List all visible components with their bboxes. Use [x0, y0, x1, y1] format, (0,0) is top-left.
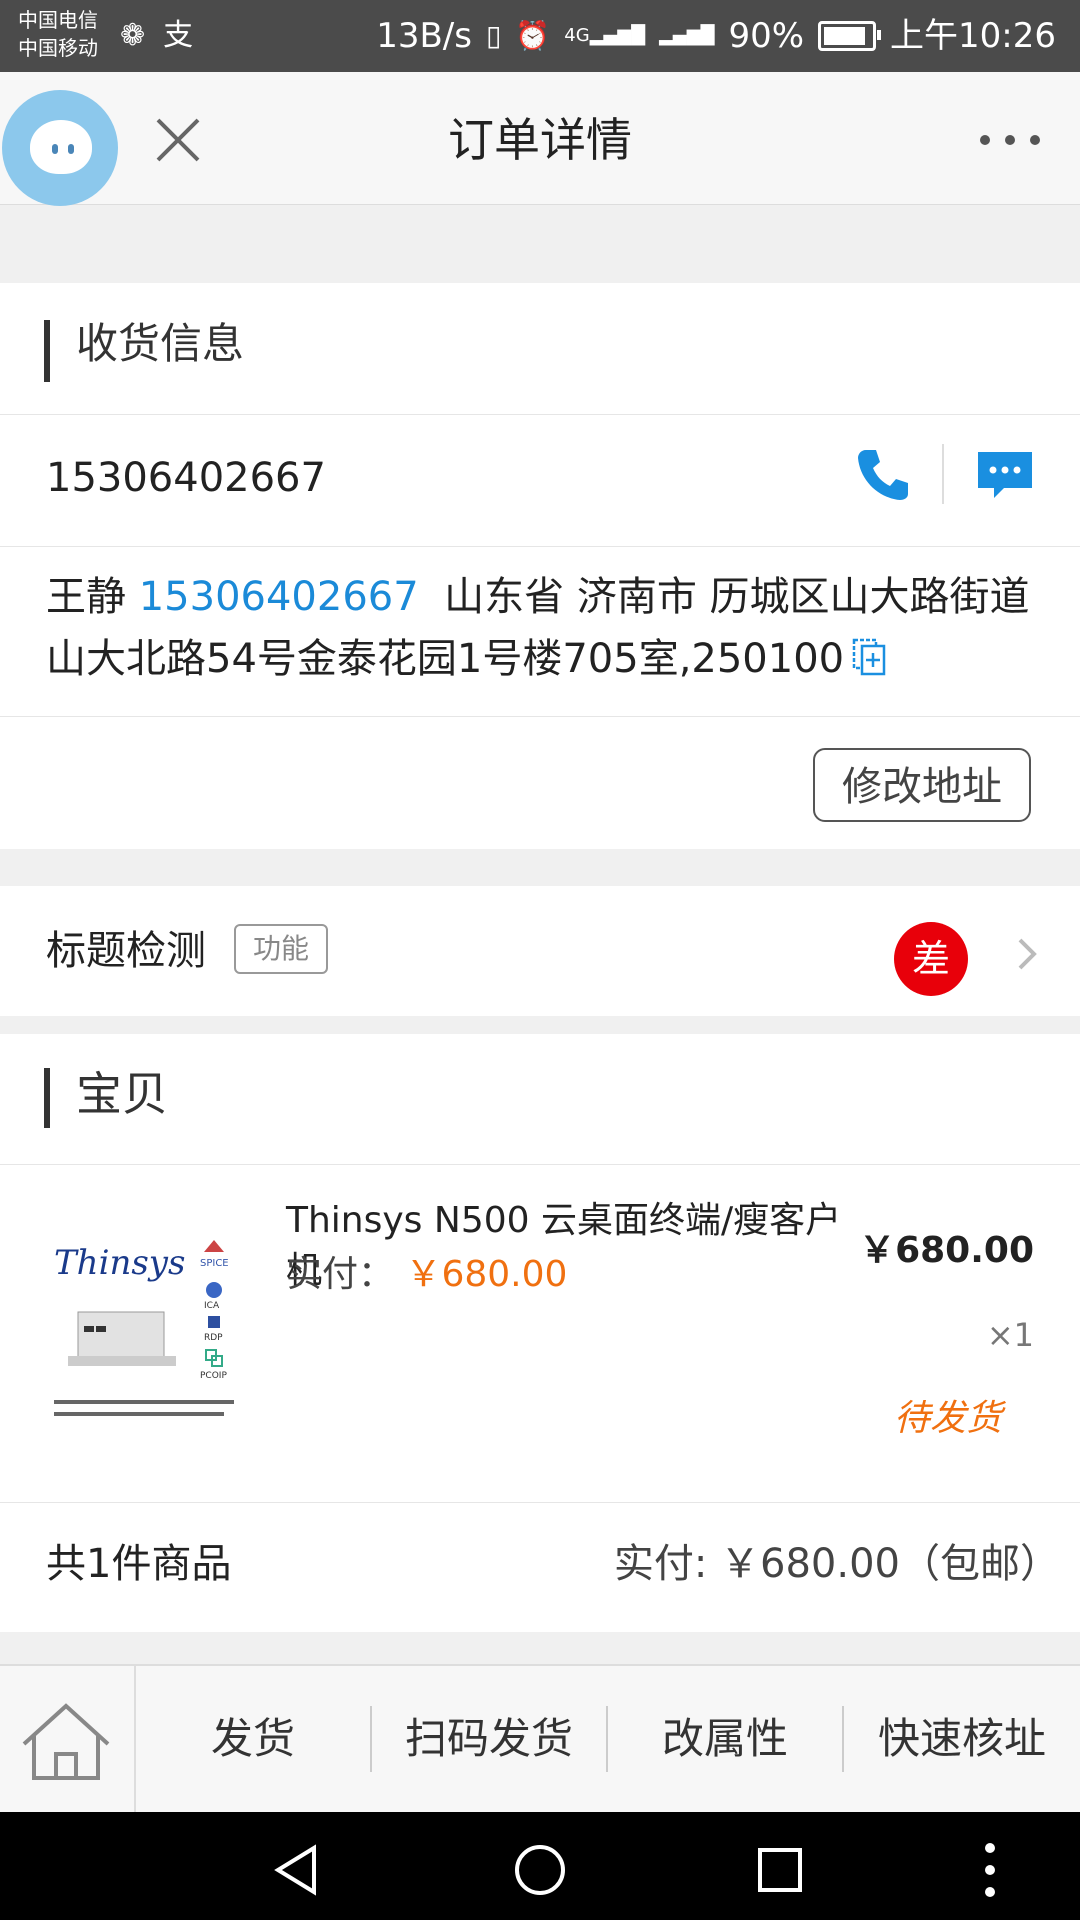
product-image[interactable]: Thinsys SPICE ICA RDP PCOIP	[50, 1230, 240, 1430]
product-paid: 实付： ￥680.00	[286, 1254, 568, 1295]
clock: 上午10:26	[890, 16, 1056, 56]
svg-text:RDP: RDP	[204, 1333, 223, 1343]
copy-icon[interactable]	[852, 638, 886, 676]
signal-2g-icon: ▂▄▆█	[659, 25, 715, 46]
feature-tag: 功能	[234, 924, 328, 974]
quality-badge: 差	[894, 922, 968, 996]
signal-4g-icon: 4G▂▄▆█	[564, 25, 646, 46]
back-icon[interactable]	[270, 1842, 326, 1898]
item-count: 共1件商品	[46, 1541, 232, 1587]
home-button[interactable]	[0, 1666, 136, 1812]
vibrate-icon: ▯	[485, 19, 502, 52]
notification-icons: ❁ 支	[120, 14, 193, 58]
more-options-icon[interactable]	[980, 112, 1040, 168]
battery-percent: 90%	[728, 16, 805, 56]
menu-dots-icon[interactable]	[970, 1840, 1010, 1900]
carrier-info: 中国电信 中国移动	[18, 6, 98, 62]
alipay-icon: 支	[163, 18, 194, 53]
section-indicator	[44, 320, 50, 382]
ship-button[interactable]: 发货	[136, 1666, 370, 1812]
svg-text:ICA: ICA	[204, 1301, 220, 1311]
quick-verify-address-button[interactable]: 快速核址	[844, 1666, 1080, 1812]
svg-text:Thinsys: Thinsys	[54, 1243, 185, 1283]
status-right: 13B/s ▯ ⏰ 4G▂▄▆█ ▂▄▆█ 90% 上午10:26	[376, 10, 1056, 62]
product-paid-amount: ￥680.00	[405, 1254, 568, 1295]
recipient-phone-link[interactable]: 15306402667	[139, 574, 419, 620]
svg-text:SPICE: SPICE	[200, 1258, 229, 1269]
home-icon	[22, 1703, 110, 1780]
svg-text:PCOIP: PCOIP	[200, 1371, 227, 1381]
shipping-section-title: 收货信息	[76, 319, 245, 368]
cow-app-icon: ❁	[120, 18, 146, 53]
product-thumbnail: Thinsys SPICE ICA RDP PCOIP	[50, 1230, 240, 1430]
edit-attributes-button[interactable]: 改属性	[608, 1666, 842, 1812]
phone-call-icon[interactable]	[852, 444, 912, 504]
recipient-name: 王静	[46, 574, 126, 620]
network-speed: 13B/s	[376, 16, 472, 56]
product-price: ￥680.00	[859, 1230, 1034, 1271]
system-nav-bar	[0, 1812, 1080, 1920]
title-check-label: 标题检测	[46, 928, 206, 974]
message-icon[interactable]	[974, 448, 1036, 502]
section-indicator	[44, 1068, 50, 1128]
carrier-mobile: 中国移动	[18, 36, 98, 60]
alarm-icon: ⏰	[515, 19, 551, 52]
shipping-address: 王静 15306402667 山东省 济南市 历城区山大路街道山大北路54号金泰…	[46, 566, 1046, 690]
status-bar: 中国电信 中国移动 ❁ 支 13B/s ▯ ⏰ 4G▂▄▆█ ▂▄▆█ 90% …	[0, 0, 1080, 72]
items-section-title: 宝贝	[76, 1067, 168, 1121]
carrier-telecom: 中国电信	[18, 8, 98, 32]
order-status: 待发货	[893, 1398, 1002, 1439]
product-quantity: ×1	[986, 1316, 1034, 1354]
chevron-right-icon	[1018, 938, 1037, 970]
battery-icon	[818, 21, 882, 51]
buyer-phone: 15306402667	[46, 455, 326, 501]
recent-apps-icon[interactable]	[752, 1842, 808, 1898]
total-paid: 实付: ￥680.00（包邮）	[613, 1541, 1060, 1587]
edit-address-button[interactable]: 修改地址	[813, 748, 1031, 822]
scan-ship-button[interactable]: 扫码发货	[372, 1666, 606, 1812]
page-title: 订单详情	[448, 113, 632, 167]
home-circle-icon[interactable]	[512, 1842, 568, 1898]
